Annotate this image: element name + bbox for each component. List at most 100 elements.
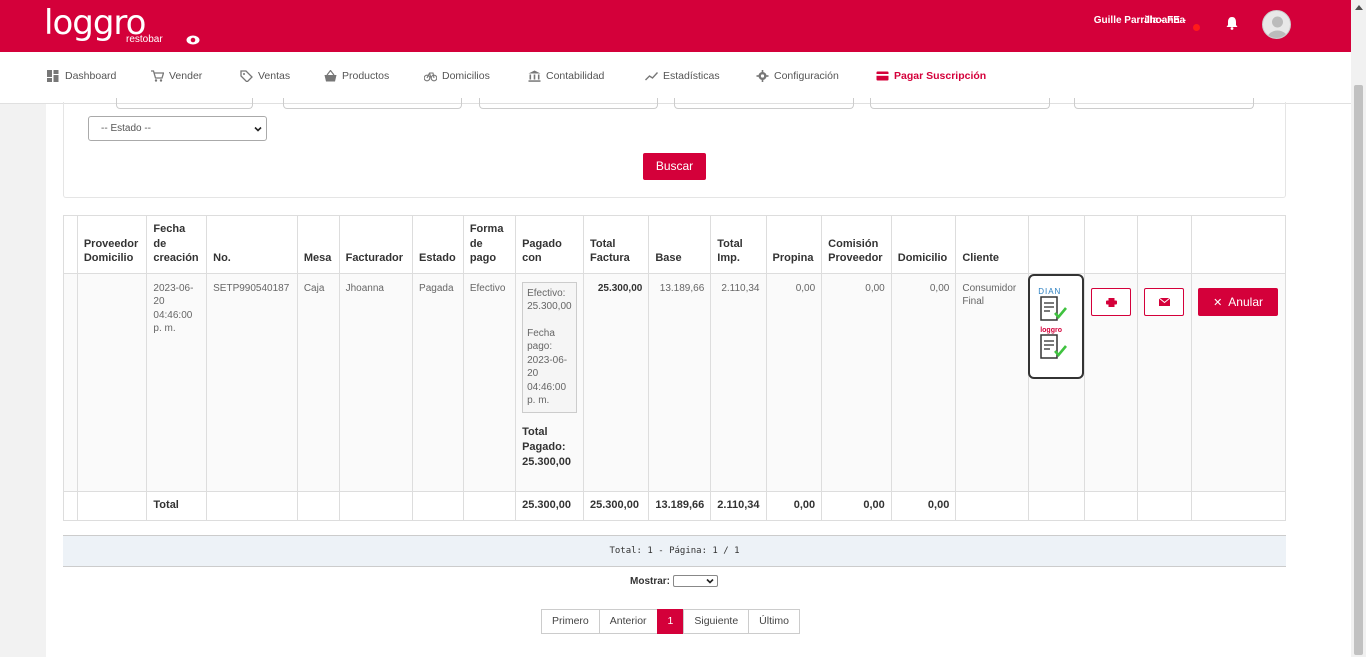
filter-input[interactable]: [283, 98, 462, 109]
total-pagado-value: 25.300,00: [522, 455, 572, 468]
page-last-button[interactable]: Último: [748, 609, 800, 634]
nav-label: Contabilidad: [546, 70, 605, 82]
table-row[interactable]: 2023-06-20 04:46:00 p. m. SETP990540187 …: [63, 272, 1286, 492]
col-header-comision-proveedor[interactable]: Comisión Proveedor: [821, 215, 892, 274]
total-domicilio: 0,00: [890, 490, 957, 521]
invoices-table: Proveedor Domicilio Fecha de creación No…: [63, 215, 1286, 521]
estado-select-value: -- Estado --: [101, 123, 152, 134]
nav-label: Domicilios: [442, 70, 490, 82]
bell-icon[interactable]: [1226, 16, 1238, 30]
anular-button[interactable]: ✕ Anular: [1198, 287, 1279, 316]
dian-document-check-icon[interactable]: [1039, 295, 1069, 323]
col-header-mesa[interactable]: Mesa: [296, 215, 340, 274]
printer-icon: [1106, 297, 1118, 307]
facturador-cell: Jhoanna: [338, 272, 414, 492]
page-first-button[interactable]: Primero: [541, 609, 600, 634]
print-button[interactable]: [1091, 287, 1132, 316]
nav-productos[interactable]: Productos: [324, 70, 389, 82]
col-header-facturador[interactable]: Facturador: [338, 215, 414, 274]
nav-contabilidad[interactable]: Contabilidad: [528, 70, 604, 82]
filter-input[interactable]: [674, 98, 854, 109]
eye-icon[interactable]: [186, 35, 200, 45]
page-prev-button[interactable]: Anterior: [598, 609, 658, 634]
nav-label: Vender: [169, 70, 203, 82]
email-button[interactable]: [1144, 287, 1185, 316]
avatar[interactable]: [1262, 10, 1291, 39]
bank-icon: [528, 70, 541, 82]
page-1-button[interactable]: 1: [656, 609, 685, 634]
col-header-anular: [1191, 215, 1286, 274]
chevron-down-icon: [706, 578, 714, 584]
cliente-cell: Consumidor Final: [955, 272, 1030, 492]
total-imp: 2.110,34: [710, 490, 767, 521]
buscar-button[interactable]: Buscar: [643, 153, 706, 180]
estado-cell: Pagada: [412, 272, 464, 492]
col-header-numero[interactable]: No.: [206, 215, 298, 274]
payment-detail-box: Efectivo: 25.300,00 Fecha pago: 2023-06-…: [522, 281, 577, 413]
nav-configuracion[interactable]: Configuración: [756, 70, 839, 82]
page-scrollbar[interactable]: [1351, 0, 1366, 657]
col-header-cliente[interactable]: Cliente: [955, 215, 1030, 274]
bicycle-icon: [424, 72, 437, 82]
row-select-cell[interactable]: [63, 272, 78, 492]
total-base: 13.189,66: [648, 490, 712, 521]
nav-vender[interactable]: Vender: [151, 70, 202, 82]
total-empty-cell: [1191, 490, 1286, 521]
page-next-button[interactable]: Siguiente: [683, 609, 750, 634]
col-header-fecha-creacion[interactable]: Fecha de creación: [146, 215, 208, 274]
basket-icon: [324, 70, 337, 82]
dashboard-icon: [47, 70, 59, 82]
total-empty-cell: [462, 490, 517, 521]
col-header-total-factura[interactable]: Total Factura: [582, 215, 650, 274]
filter-input[interactable]: [116, 98, 253, 109]
col-header-propina[interactable]: Propina: [765, 215, 823, 274]
estado-select[interactable]: -- Estado --: [88, 116, 267, 141]
nav-ventas[interactable]: Ventas: [240, 70, 290, 82]
nav-label: Ventas: [258, 70, 291, 82]
total-empty-cell: [338, 490, 414, 521]
proveedor-domicilio-cell: [76, 272, 148, 492]
col-header-proveedor-domicilio[interactable]: Proveedor Domicilio: [76, 215, 148, 274]
documents-cell: DIAN loggro: [1028, 272, 1086, 492]
pager-summary: Total: 1 - Página: 1 / 1: [63, 535, 1286, 567]
top-bar: loggro restobar Guille Parrilla - FE - J…: [0, 0, 1351, 52]
forma-pago-cell: Efectivo: [462, 272, 517, 492]
total-empty-cell: [296, 490, 340, 521]
nav-estadisticas[interactable]: Estadísticas: [645, 70, 720, 82]
col-header-estado[interactable]: Estado: [412, 215, 464, 274]
total-empty-cell: [1028, 490, 1086, 521]
electronic-docs-box[interactable]: DIAN loggro: [1028, 273, 1085, 379]
page-size-select[interactable]: [673, 575, 719, 587]
nav-pagar-suscripcion[interactable]: Pagar Suscripción: [876, 70, 986, 82]
nav-label: Configuración: [774, 70, 839, 82]
tag-icon: [240, 70, 253, 82]
col-header-forma-pago[interactable]: Forma de pago: [462, 215, 517, 274]
domicilio-cell: 0,00: [890, 272, 957, 492]
filter-input[interactable]: [870, 98, 1050, 109]
total-empty-cell: [76, 490, 148, 521]
base-cell: 13.189,66: [648, 272, 712, 492]
mesa-cell: Caja: [296, 272, 340, 492]
comision-cell: 0,00: [821, 272, 892, 492]
nav-domicilios[interactable]: Domicilios: [424, 70, 490, 82]
filter-panel: -- Estado -- Buscar: [63, 98, 1286, 198]
col-header-pagado-con[interactable]: Pagado con: [515, 215, 584, 274]
loggro-document-check-icon[interactable]: [1039, 333, 1069, 361]
user-name[interactable]: Jhoanna: [1144, 15, 1185, 26]
col-header-total-imp[interactable]: Total Imp.: [710, 215, 767, 274]
total-pagado: 25.300,00: [515, 490, 584, 521]
scroll-thumb[interactable]: [1354, 85, 1363, 655]
nav-label: Productos: [342, 70, 390, 82]
filter-date-input[interactable]: [1074, 98, 1254, 109]
chart-icon: [645, 72, 658, 81]
col-header-domicilio[interactable]: Domicilio: [890, 215, 957, 274]
card-icon: [876, 71, 889, 81]
nav-label: Estadísticas: [663, 70, 720, 82]
col-header-base[interactable]: Base: [648, 215, 712, 274]
filter-input[interactable]: [479, 98, 658, 109]
scroll-up-arrow-icon[interactable]: [1355, 5, 1363, 10]
nav-dashboard[interactable]: Dashboard: [47, 70, 116, 82]
total-comision: 0,00: [821, 490, 892, 521]
gear-icon: [756, 70, 769, 82]
total-label: Total: [146, 490, 208, 521]
